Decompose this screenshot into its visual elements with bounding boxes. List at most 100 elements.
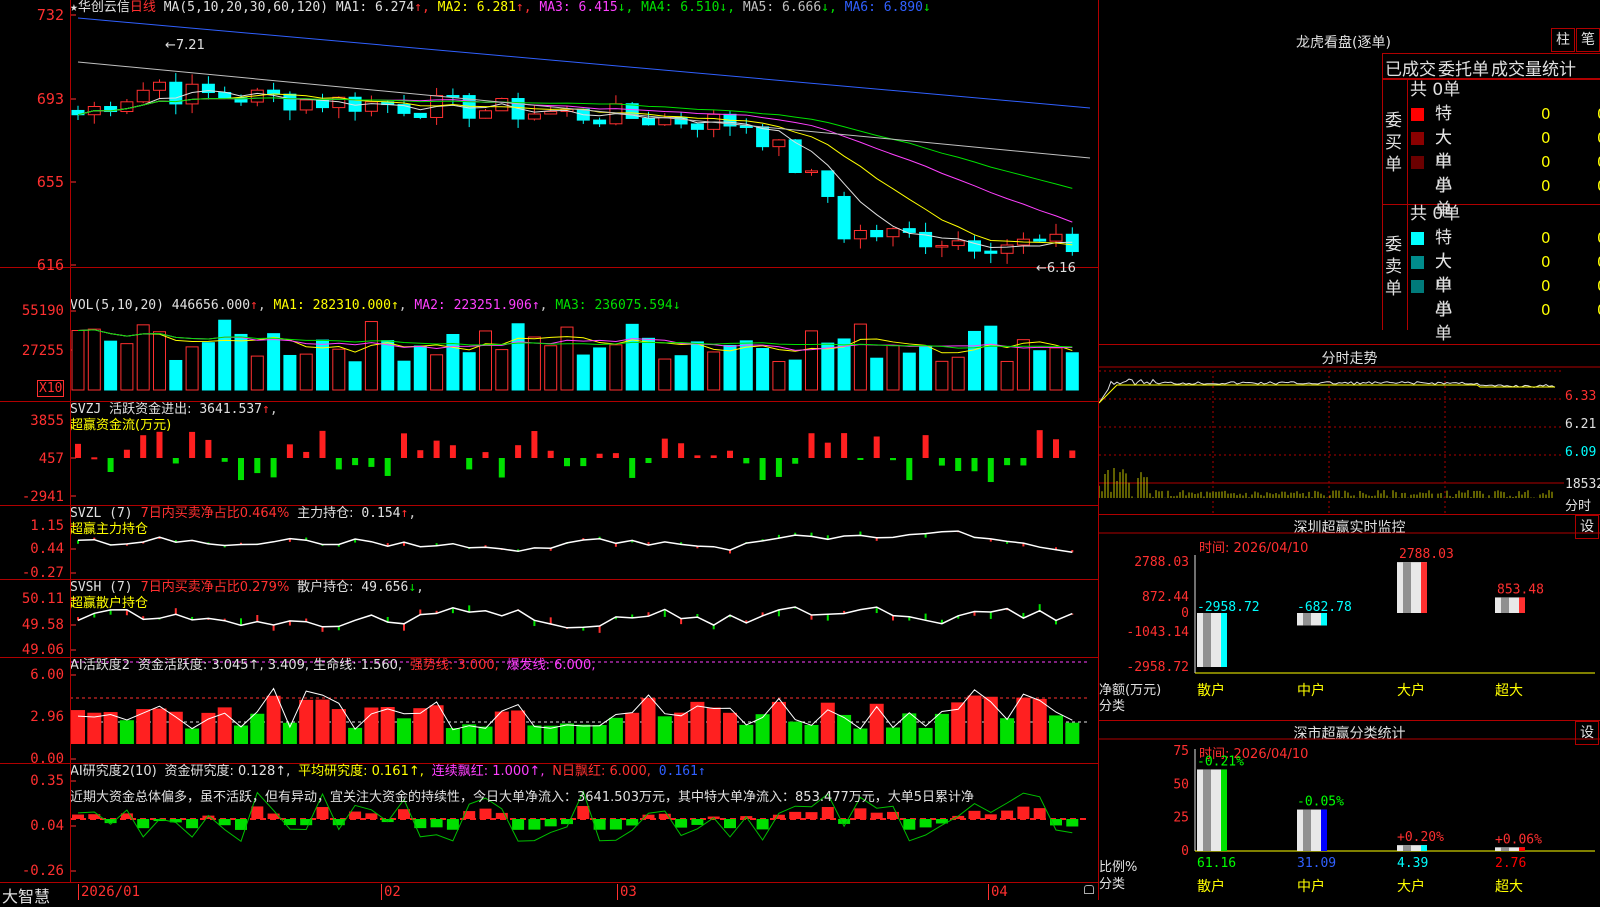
- buy-order-size-label: 特大: [1435, 104, 1452, 148]
- volume-bar: [886, 344, 900, 391]
- fund-flow-bar: [384, 458, 391, 476]
- svzj-panel[interactable]: SVZJ 活跃资金进出: 3641.537↑, 超赢资金流(万元) 3855 45…: [0, 402, 1098, 506]
- bar-mode-button[interactable]: 柱: [1551, 28, 1575, 52]
- volume-bar: [153, 331, 166, 391]
- activity-bar: [299, 699, 314, 744]
- svzj-ytick: 457: [38, 451, 64, 467]
- volume-bar: [805, 330, 818, 391]
- volume-bar: [772, 361, 786, 391]
- fund-flow-bar: [645, 458, 652, 464]
- volume-header: VOL(5,10,20) 446656.000↑, MA1: 282310.00…: [70, 298, 681, 313]
- buy-order-count: 0: [1541, 105, 1551, 123]
- fund-flow-bar: [515, 445, 522, 458]
- fund-flow-bar: [107, 458, 114, 473]
- volume-bar: [430, 354, 444, 391]
- volume-bar: [544, 345, 558, 391]
- category-change-label: +0.20%: [1397, 830, 1444, 845]
- volume-bar: [951, 356, 965, 391]
- category-bar-edge: [1221, 769, 1227, 851]
- fund-flow-bar: [368, 458, 375, 467]
- activity-bar: [560, 723, 574, 744]
- research-bar: [512, 819, 525, 830]
- ai2-ytick: 0.04: [30, 818, 64, 834]
- volume-panel[interactable]: VOL(5,10,20) 446656.000↑, MA1: 282310.00…: [0, 298, 1098, 402]
- buy-order-count: 0: [1541, 153, 1551, 171]
- activity-bar: [445, 728, 460, 744]
- research-bar: [854, 808, 867, 819]
- fund-flow-bar: [91, 457, 98, 460]
- research-bar: [724, 819, 736, 829]
- fund-flow-bar: [971, 458, 978, 472]
- research-bar: [365, 813, 378, 819]
- ai-activity-panel[interactable]: AI活跃度2 资金活跃度: 3.045↑, 3.409, 生命线: 1.560,…: [0, 658, 1098, 766]
- activity-bar: [983, 696, 998, 744]
- tab-volume-stats[interactable]: 成交量统计: [1491, 55, 1576, 80]
- candle: [413, 112, 427, 118]
- activity-bar: [234, 725, 248, 744]
- buy-order-size-label: 大单: [1435, 128, 1452, 172]
- activity-bar: [837, 714, 852, 744]
- activity-bar: [641, 698, 656, 744]
- fund-flow-bar: [596, 453, 603, 458]
- sell-order-count: 0: [1541, 253, 1551, 271]
- activity-bar: [527, 725, 542, 744]
- volume-bar: [479, 330, 492, 391]
- fund-flow-bar: [482, 452, 489, 458]
- intraday-panel[interactable]: 分时走势 6.33 6.21 6.09 18532 分时: [1099, 345, 1600, 515]
- volume-bar: [267, 333, 281, 391]
- volume-bar: [1000, 360, 1014, 391]
- volume-bar: [462, 352, 476, 391]
- volume-bar: [234, 333, 248, 391]
- fund-flow-bar: [710, 455, 717, 458]
- activity-bar: [71, 710, 85, 744]
- monitor-bar-value: -682.78: [1297, 600, 1352, 615]
- ma-value: MA1: 6.274: [335, 0, 415, 15]
- research-bar: [1001, 810, 1014, 819]
- fund-flow-bar: [841, 433, 848, 458]
- activity-bar: [886, 727, 900, 744]
- volume-bar: [576, 354, 590, 391]
- category-label: 超大: [1495, 879, 1523, 895]
- volume-bar: [511, 323, 525, 391]
- activity-bar: [1000, 718, 1015, 744]
- volume-bar: [299, 353, 313, 391]
- activity-bar: [902, 713, 917, 744]
- research-bar: [577, 806, 590, 819]
- category-change-label: -0.21%: [1197, 754, 1244, 769]
- fund-flow-bar: [417, 450, 424, 458]
- activity-bar: [348, 727, 363, 744]
- candle: [283, 93, 297, 111]
- tab-filled[interactable]: 已成交: [1385, 55, 1436, 80]
- volume-bar: [71, 329, 85, 391]
- volume-bar: [1065, 352, 1079, 391]
- activity-bar: [625, 712, 640, 744]
- volume-bar: [968, 330, 981, 391]
- activity-bar: [1065, 722, 1080, 744]
- ai-research-panel[interactable]: AI研究度2(10) 资金研究度: 0.128↑, 平均研究度: 0.161↑,…: [0, 764, 1098, 882]
- fund-flow-bar: [678, 443, 685, 458]
- stock-name: 华创云信: [77, 0, 130, 15]
- high-price-label: ←7.21: [165, 38, 205, 53]
- volume-bar: [821, 342, 835, 391]
- category-bar-edge: [1421, 845, 1427, 851]
- activity-bar: [723, 712, 737, 744]
- research-bar: [479, 808, 492, 819]
- volume-bar: [218, 319, 232, 391]
- lock-icon: [1084, 885, 1094, 894]
- research-bar: [1066, 819, 1079, 827]
- research-bar: [186, 819, 199, 829]
- kline-panel[interactable]: ★华创云信日线 MA(5,10,20,30,60,120) MA1: 6.274…: [0, 0, 1098, 276]
- ai-activity-header: AI活跃度2 资金活跃度: 3.045↑, 3.409, 生命线: 1.560,…: [70, 658, 596, 673]
- fund-flow-bar: [156, 431, 163, 458]
- tab-orders[interactable]: 委托单: [1438, 55, 1489, 80]
- volume-bar: [364, 321, 378, 391]
- date-axis: 大智慧 2026/01 02 03 04: [0, 882, 1098, 906]
- period-label: 日线: [129, 0, 156, 15]
- buy-total: 共 0单: [1410, 80, 1461, 100]
- svzl-panel[interactable]: SVZL (7) 7日内买卖净占比0.464% 主力持仓: 0.154↑, 超赢主…: [0, 506, 1098, 580]
- svsh-panel[interactable]: SVSH (7) 7日内买卖净占比0.279% 散户持仓: 49.656↓, 超赢…: [0, 580, 1098, 658]
- tick-mode-button[interactable]: 笔: [1576, 28, 1600, 52]
- research-bar: [772, 814, 785, 819]
- candle: [837, 195, 851, 240]
- ma-value: MA2: 6.281: [429, 0, 516, 15]
